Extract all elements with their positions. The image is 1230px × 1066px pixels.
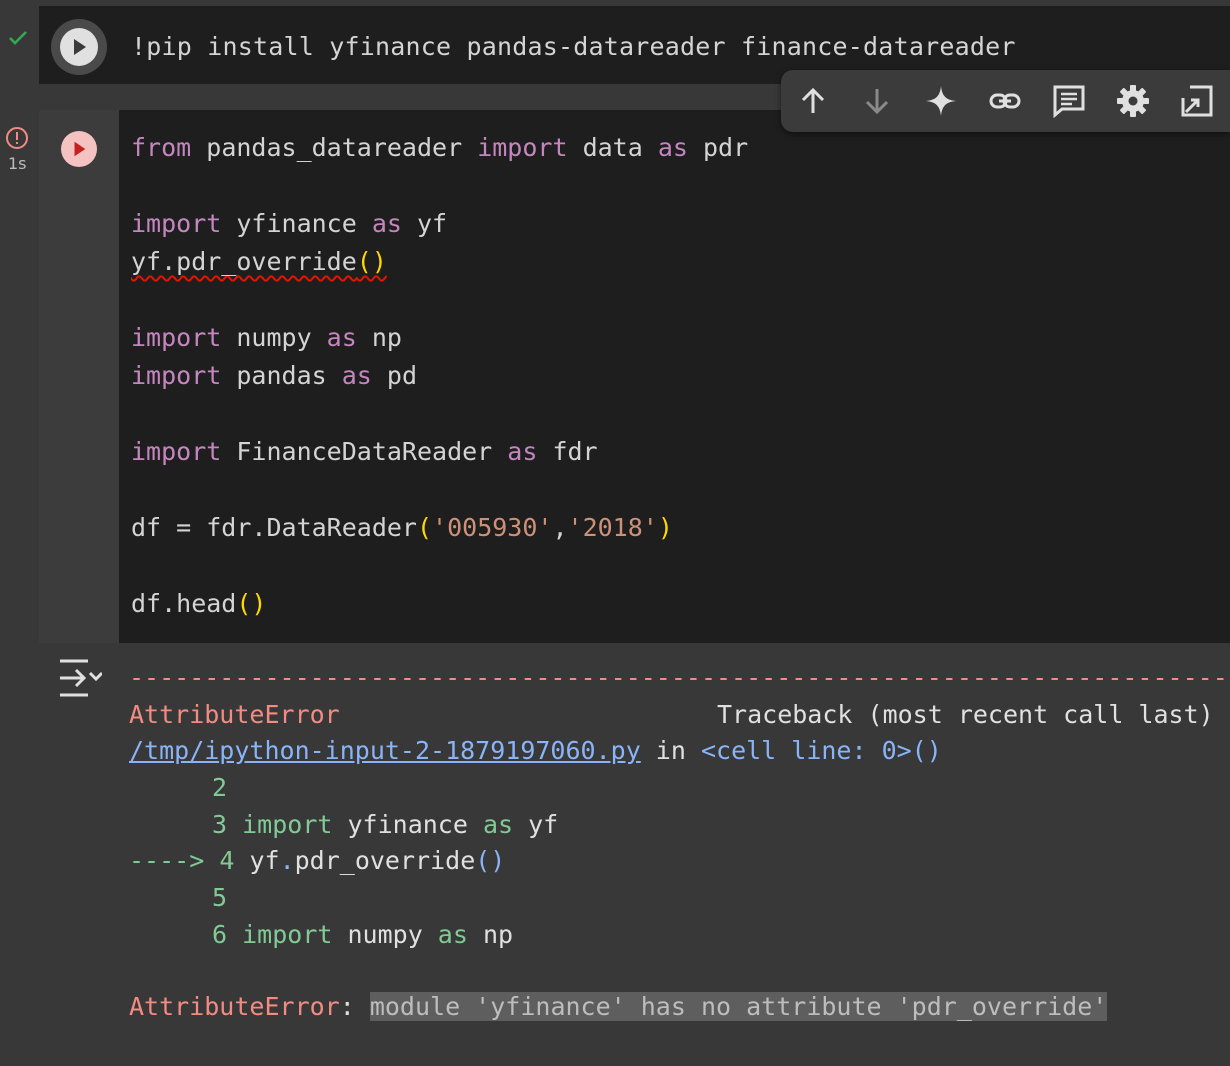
mirror-cell-icon[interactable] [1180,84,1214,118]
arrow-up-icon[interactable] [796,84,830,118]
play-icon [74,141,86,157]
traceback-line-number: 5 [212,883,228,912]
traceback-line: 3 import yfinance as yf [212,810,559,839]
traceback-line: 6 import numpy as np [212,920,514,949]
link-icon[interactable] [988,84,1022,118]
run-cell-button[interactable] [51,19,107,75]
error-message: AttributeError: module 'yfinance' has no… [129,992,1108,1021]
code-line: import FinanceDataReader as fdr [131,437,598,466]
traceback-header: AttributeError [129,700,340,729]
traceback-line-number: 2 [212,773,228,802]
traceback-label: Traceback (most recent call last) [717,700,1214,729]
sparkle-icon[interactable] [924,84,958,118]
code-line: !pip install yfinance pandas-datareader … [131,32,1016,61]
error-icon [6,127,28,149]
output-actions-icon[interactable] [58,658,102,698]
comment-icon[interactable] [1052,84,1086,118]
arrow-down-icon[interactable] [860,84,894,118]
code-line: import pandas as pd [131,361,417,390]
traceback-line-current: ----> 4 yf.pdr_override() [129,846,506,875]
cell-2-gutter [39,110,119,643]
code-line: import yfinance as yf [131,209,448,238]
cell-toolbar [781,70,1230,132]
code-line: import numpy as np [131,323,402,352]
file-link[interactable]: /tmp/ipython-input-2-1879197060.py [129,736,641,765]
execution-time: 1s [8,154,27,173]
check-icon [9,31,27,45]
code-line: df.head() [131,589,267,618]
code-line: from pandas_datareader import data as pd… [131,133,749,162]
gear-icon[interactable] [1116,84,1150,118]
code-line: df = fdr.DataReader('005930','2018') [131,513,673,542]
code-line-error: yf.pdr_override() [131,247,387,276]
play-icon [74,39,86,55]
error-message-text: module 'yfinance' has no attribute 'pdr_… [369,992,1108,1021]
traceback-location: /tmp/ipython-input-2-1879197060.py in <c… [129,736,942,765]
run-cell-button[interactable] [61,131,97,167]
traceback-separator: ----------------------------------------… [129,663,1230,692]
